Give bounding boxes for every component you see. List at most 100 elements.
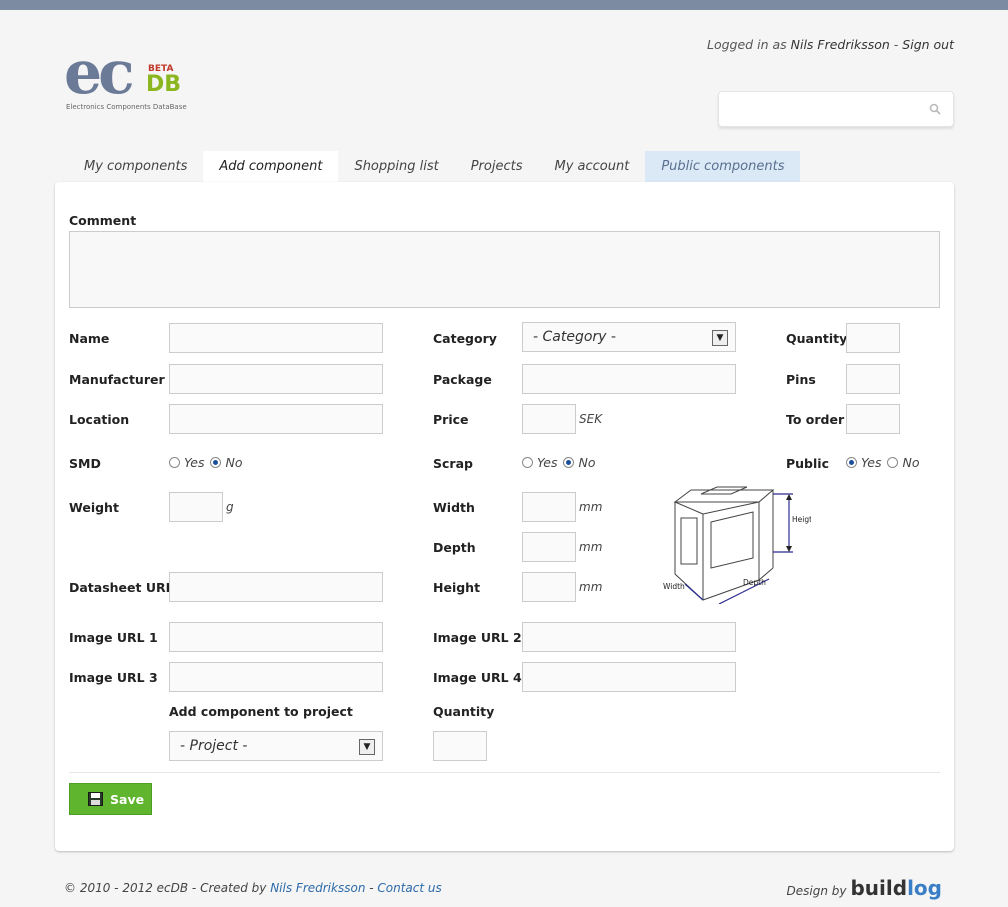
contact-us-link[interactable]: Contact us [377, 881, 441, 895]
public-yes-label: Yes [861, 455, 882, 470]
sign-out-link[interactable]: Sign out [902, 37, 954, 52]
logo-tagline: Electronics Components DataBase [66, 103, 187, 111]
logo-db: DB [146, 72, 182, 97]
name-label: Name [69, 331, 110, 346]
depth-input[interactable] [522, 532, 576, 562]
scrap-yes-radio[interactable] [522, 457, 533, 468]
location-input[interactable] [169, 404, 383, 434]
public-no-radio[interactable] [887, 457, 899, 468]
scrap-yes-label: Yes [537, 455, 558, 470]
smd-yes-label: Yes [184, 455, 205, 470]
design-by-text: Design by [786, 884, 847, 898]
buildlog-logo[interactable]: buildlog [850, 876, 942, 900]
comment-textarea[interactable] [69, 231, 940, 308]
image-url-3-input[interactable] [169, 662, 383, 692]
manufacturer-label: Manufacturer [69, 372, 165, 387]
scrap-no-label: No [578, 455, 596, 470]
footer-dash: - [365, 881, 378, 895]
tab-projects[interactable]: Projects [455, 151, 539, 182]
tab-my-components[interactable]: My components [68, 151, 203, 182]
weight-label: Weight [69, 500, 119, 515]
public-label: Public [786, 456, 829, 471]
image-url-1-label: Image URL 1 [69, 630, 158, 645]
price-input[interactable] [522, 404, 576, 434]
to-order-input[interactable] [846, 404, 900, 434]
height-unit: mm [579, 580, 603, 594]
tab-public-components[interactable]: Public components [645, 151, 801, 182]
chevron-down-icon: ▼ [359, 739, 375, 755]
diagram-depth-label: Depth [743, 578, 766, 587]
price-label: Price [433, 412, 469, 427]
width-unit: mm [579, 500, 603, 514]
quantity-label: Quantity [786, 331, 848, 346]
project-quantity-input[interactable] [433, 731, 487, 761]
height-input[interactable] [522, 572, 576, 602]
datasheet-input[interactable] [169, 572, 383, 602]
location-label: Location [69, 412, 130, 427]
package-input[interactable] [522, 364, 736, 394]
image-url-1-input[interactable] [169, 622, 383, 652]
public-radio-group: Yes No [846, 455, 925, 470]
buildlog-log: log [907, 876, 942, 900]
footer-author-link[interactable]: Nils Fredriksson [270, 881, 365, 895]
ecdb-logo[interactable]: ec BETA DB Electronics Components DataBa… [64, 38, 204, 116]
to-order-label: To order [786, 412, 845, 427]
smd-label: SMD [69, 456, 101, 471]
name-input[interactable] [169, 323, 383, 353]
category-label: Category [433, 331, 497, 346]
smd-no-radio[interactable] [210, 457, 222, 468]
depth-unit: mm [579, 540, 603, 554]
category-select-value: - Category - [533, 329, 616, 345]
manufacturer-input[interactable] [169, 364, 383, 394]
footer-credits: © 2010 - 2012 ecDB - Created by Nils Fre… [64, 881, 442, 895]
package-label: Package [433, 372, 492, 387]
tab-add-component[interactable]: Add component [203, 151, 339, 182]
search-icon[interactable] [929, 103, 941, 115]
chevron-down-icon: ▼ [712, 330, 728, 346]
comment-label: Comment [69, 213, 137, 228]
image-url-2-input[interactable] [522, 622, 736, 652]
smd-no-label: No [225, 455, 243, 470]
scrap-no-radio[interactable] [563, 457, 575, 468]
search-box [718, 91, 954, 127]
form-divider [69, 772, 940, 773]
price-currency: SEK [579, 412, 603, 426]
public-yes-radio[interactable] [846, 457, 857, 468]
save-button-label: Save [110, 791, 145, 807]
public-no-label: No [902, 455, 920, 470]
depth-label: Depth [433, 540, 476, 555]
quantity-input[interactable] [846, 323, 900, 353]
image-url-2-label: Image URL 2 [433, 630, 522, 645]
main-tabs: My components Add component Shopping lis… [68, 151, 801, 182]
smd-radio-group: Yes No [169, 455, 248, 470]
image-url-3-label: Image URL 3 [69, 670, 158, 685]
project-select-value: - Project - [180, 738, 248, 754]
search-input[interactable] [719, 92, 919, 126]
user-name-link[interactable]: Nils Fredriksson [791, 37, 890, 52]
dimensions-diagram: Heigth Width Depth [663, 486, 811, 604]
weight-input[interactable] [169, 492, 223, 522]
tab-my-account[interactable]: My account [538, 151, 645, 182]
pins-label: Pins [786, 372, 816, 387]
add-component-panel: Comment Name Manufacturer Location SMD Y… [55, 182, 954, 851]
scrap-radio-group: Yes No [522, 455, 601, 470]
login-status: Logged in as Nils Fredriksson - Sign out [707, 37, 954, 52]
pins-input[interactable] [846, 364, 900, 394]
diagram-width-label: Width [663, 582, 685, 591]
smd-yes-radio[interactable] [169, 457, 180, 468]
datasheet-label: Datasheet URL [69, 580, 174, 595]
category-select[interactable]: - Category - ▼ [522, 322, 736, 352]
login-separator: - [889, 37, 903, 52]
logo-ec: ec [64, 38, 135, 108]
width-label: Width [433, 500, 475, 515]
logged-in-prefix: Logged in as [707, 37, 787, 52]
tab-shopping-list[interactable]: Shopping list [338, 151, 454, 182]
top-bar [0, 0, 1008, 10]
save-button[interactable]: Save [69, 783, 152, 815]
add-to-project-label: Add component to project [169, 704, 353, 719]
image-url-4-input[interactable] [522, 662, 736, 692]
project-select[interactable]: - Project - ▼ [169, 731, 383, 761]
width-input[interactable] [522, 492, 576, 522]
weight-unit: g [226, 500, 234, 514]
scrap-label: Scrap [433, 456, 473, 471]
